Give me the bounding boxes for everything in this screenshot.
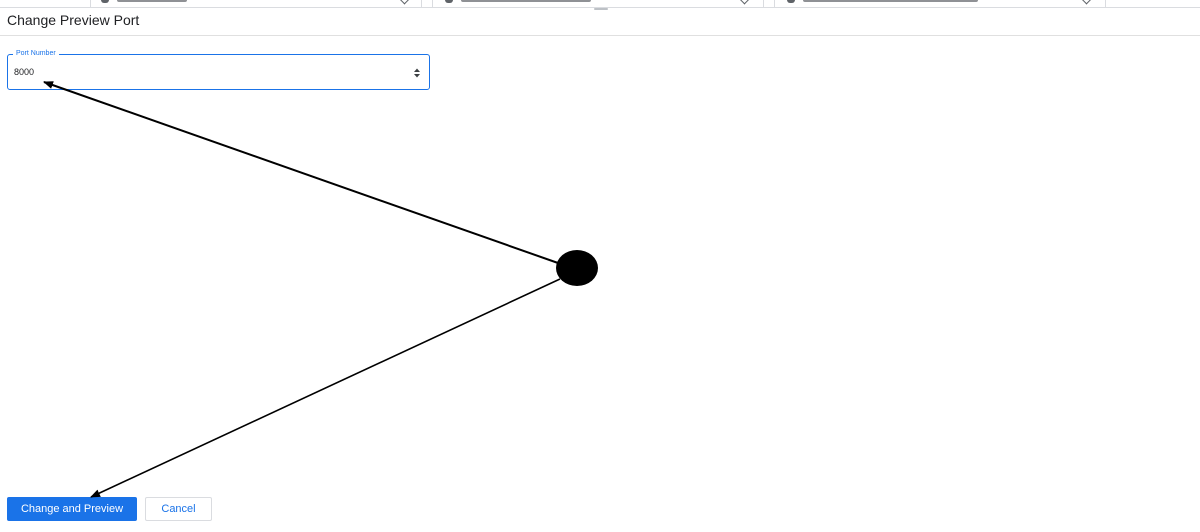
port-number-input[interactable]: [14, 64, 394, 80]
tab-title-fragment: [117, 0, 187, 2]
title-divider: [0, 35, 1200, 36]
change-and-preview-button[interactable]: Change and Preview: [7, 497, 137, 521]
tab-title-fragment: [803, 0, 978, 2]
tab-favicon-icon: [787, 0, 795, 3]
chevron-down-icon[interactable]: [739, 0, 750, 5]
panel-drag-handle[interactable]: [594, 8, 608, 10]
tab-1[interactable]: [90, 0, 422, 7]
annotation-arrow-to-button: [90, 278, 561, 498]
tab-2[interactable]: [432, 0, 764, 7]
annotation-arrow-to-port-field: [43, 81, 559, 264]
tab-title-fragment: [461, 0, 591, 2]
tab-favicon-icon: [101, 0, 109, 3]
port-number-field[interactable]: Port Number: [7, 49, 430, 90]
tab-strip: [0, 0, 1200, 8]
chevron-down-icon[interactable]: [399, 0, 410, 5]
port-number-label: Port Number: [13, 49, 59, 59]
tab-favicon-icon: [445, 0, 453, 3]
chevron-down-icon[interactable]: [1081, 0, 1092, 5]
up-down-spinner-icon[interactable]: [413, 67, 421, 79]
preview-port-dialog: Change Preview Port Port Number Change a…: [0, 0, 1200, 532]
dialog-title: Change Preview Port: [7, 12, 140, 28]
tab-3[interactable]: [774, 0, 1106, 7]
cancel-button[interactable]: Cancel: [145, 497, 212, 521]
annotation-circle-marker: [556, 250, 598, 286]
